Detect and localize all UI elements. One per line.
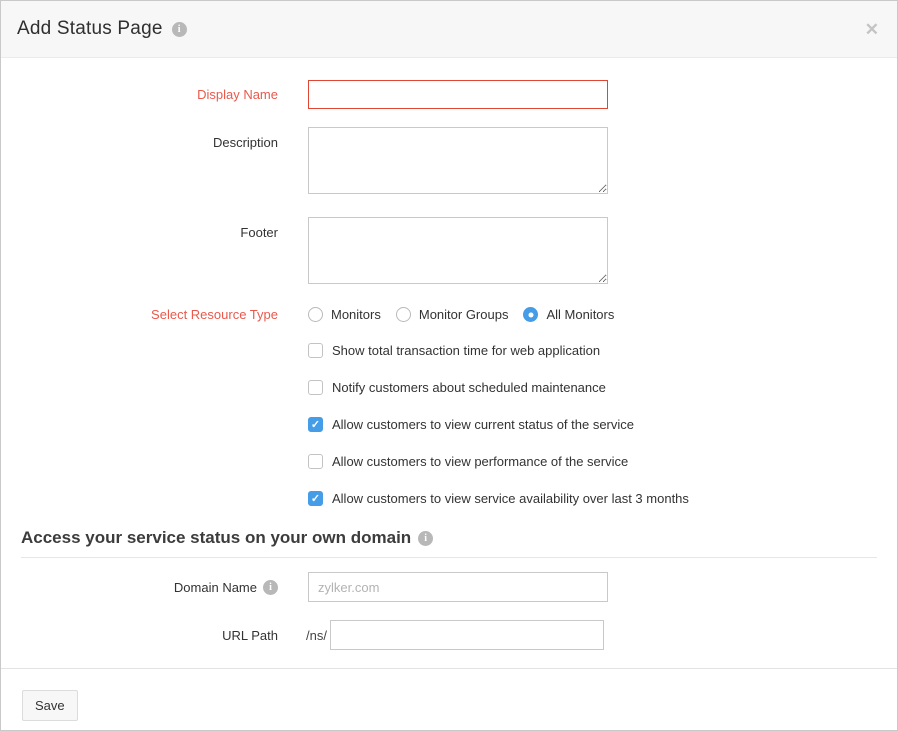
checkbox-icon[interactable] [308,491,323,506]
radio-icon[interactable] [308,307,323,322]
footer-label: Footer [1,217,278,240]
checkbox-label: Allow customers to view performance of t… [332,454,628,469]
radio-option-monitors[interactable]: Monitors [308,307,381,322]
checkbox-icon[interactable] [308,380,323,395]
dialog-footer: Save [1,669,897,721]
footer-textarea[interactable] [308,217,608,284]
checkbox-view-availability[interactable]: Allow customers to view service availabi… [308,491,897,506]
dialog-title: Add Status Page [17,18,163,40]
info-icon[interactable]: i [263,580,278,595]
checkbox-show-transaction-time[interactable]: Show total transaction time for web appl… [308,343,897,358]
checkbox-notify-maintenance[interactable]: Notify customers about scheduled mainten… [308,380,897,395]
radio-label: Monitor Groups [419,307,509,322]
checkbox-label: Show total transaction time for web appl… [332,343,600,358]
info-icon[interactable]: i [418,531,433,546]
section-divider [21,557,877,558]
radio-label: All Monitors [546,307,614,322]
description-textarea[interactable] [308,127,608,194]
status-page-form: Display Name Description Footer Select R… [1,58,897,650]
url-path-label: URL Path [1,628,278,643]
display-name-label: Display Name [1,87,278,102]
add-status-page-dialog: Add Status Page i ✕ Display Name Descrip… [0,0,898,731]
checkbox-label: Notify customers about scheduled mainten… [332,380,606,395]
checkbox-label: Allow customers to view current status o… [332,417,634,432]
checkbox-label: Allow customers to view service availabi… [332,491,689,506]
radio-icon[interactable] [396,307,411,322]
resource-type-row: Select Resource Type Monitors Monitor Gr… [1,307,897,322]
close-icon[interactable]: ✕ [865,21,879,38]
info-icon[interactable]: i [172,22,187,37]
radio-icon[interactable] [523,307,538,322]
display-name-row: Display Name [1,80,897,109]
dialog-header: Add Status Page i ✕ [1,1,897,58]
save-button[interactable]: Save [22,690,78,721]
domain-section-title-text: Access your service status on your own d… [21,528,411,548]
description-label: Description [1,127,278,150]
radio-label: Monitors [331,307,381,322]
checkbox-view-current-status[interactable]: Allow customers to view current status o… [308,417,897,432]
radio-option-monitor-groups[interactable]: Monitor Groups [396,307,509,322]
display-name-input[interactable] [308,80,608,109]
domain-name-label: Domain Name [174,580,257,595]
domain-name-input[interactable] [308,572,608,602]
radio-option-all-monitors[interactable]: All Monitors [523,307,614,322]
checkbox-icon[interactable] [308,417,323,432]
checkbox-view-performance[interactable]: Allow customers to view performance of t… [308,454,897,469]
description-row: Description [1,127,897,199]
domain-name-row: Domain Name i [1,572,897,602]
url-path-prefix: /ns/ [306,628,327,643]
footer-row: Footer [1,217,897,289]
resource-type-label: Select Resource Type [1,307,278,322]
url-path-row: URL Path /ns/ [1,620,897,650]
checkbox-icon[interactable] [308,454,323,469]
checkbox-icon[interactable] [308,343,323,358]
domain-section-title: Access your service status on your own d… [21,528,897,548]
url-path-input[interactable] [330,620,604,650]
